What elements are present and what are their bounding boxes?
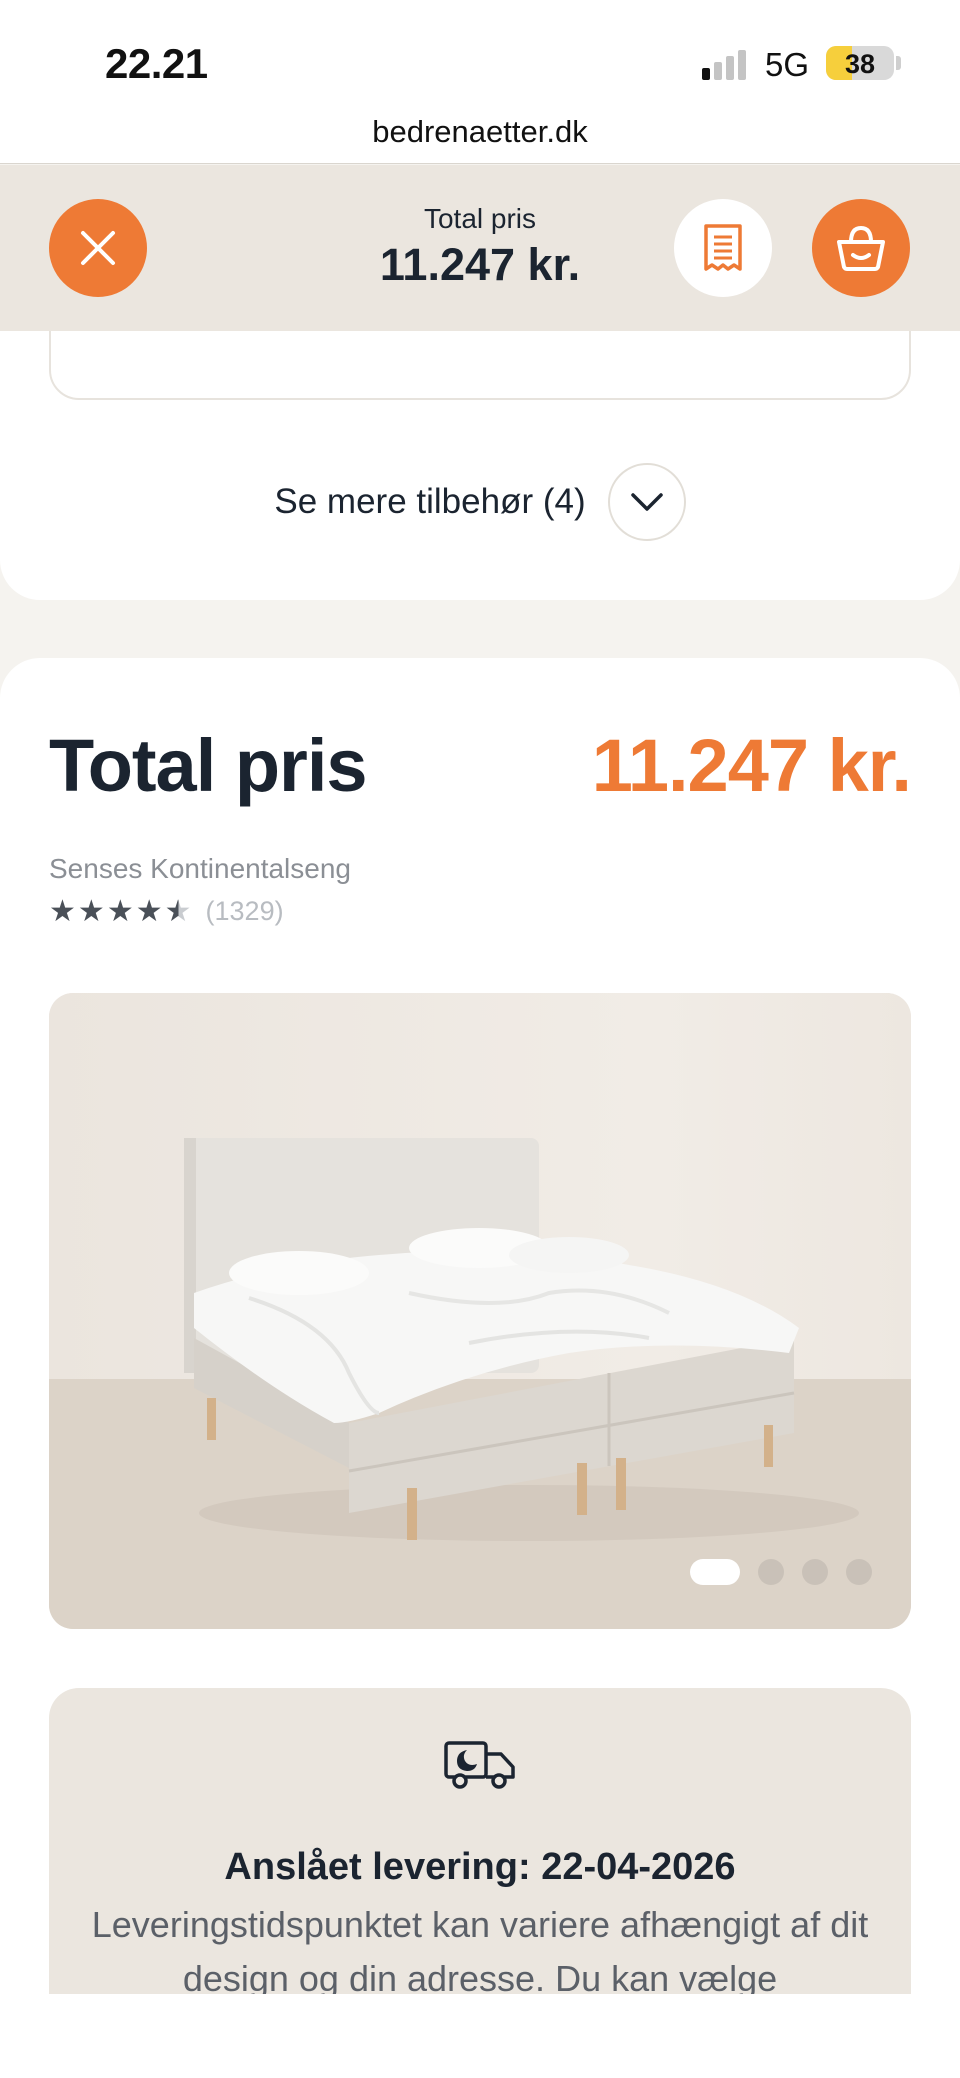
status-time: 22.21 [105, 40, 208, 87]
delivery-description: Leveringstidspunktet kan variere afhængi… [91, 1904, 869, 1999]
product-name[interactable]: Senses Kontinentalseng [49, 853, 351, 885]
receipt-icon [704, 224, 742, 271]
see-more-accessories-label[interactable]: Se mere tilbehør (4) [274, 482, 585, 522]
browser-bottom-area [0, 1994, 960, 2078]
url-bar[interactable]: bedrenaetter.dk [0, 112, 960, 164]
star-icon: ★ [49, 894, 76, 928]
carousel-dot[interactable] [758, 1559, 784, 1585]
header-price-label: Total pris [423, 203, 537, 234]
delivery-truck-icon [444, 1741, 515, 1789]
status-bar: 22.21 5G 38 [0, 0, 960, 112]
battery-cap [896, 56, 901, 70]
header-total-price: Total pris 11.247 kr. [330, 203, 630, 291]
carousel-dot[interactable] [690, 1559, 740, 1585]
signal-icon [702, 50, 748, 80]
see-more-accessories-button[interactable] [607, 463, 686, 541]
total-price-value: 11.247 kr. [591, 724, 912, 807]
bed-product-image [184, 1138, 859, 1541]
sticky-price-header: Total pris 11.247 kr. [0, 165, 960, 331]
total-price-title: Total pris [49, 724, 368, 807]
star-icon: ★ [77, 894, 105, 928]
battery-level: 38 [844, 49, 876, 79]
close-icon [81, 231, 115, 265]
see-more-accessories-row[interactable]: Se mere tilbehør (4) [0, 462, 960, 542]
carousel-indicator[interactable] [690, 1559, 872, 1585]
product-image-carousel[interactable] [49, 993, 911, 1629]
url-text[interactable]: bedrenaetter.dk [372, 114, 587, 149]
close-button[interactable] [49, 199, 147, 297]
review-count[interactable]: (1329) [206, 896, 284, 927]
receipt-button[interactable] [674, 199, 772, 297]
network-type: 5G [765, 46, 810, 83]
basket-icon [837, 225, 885, 271]
rating[interactable]: ★ ★ ★ ★ ★ (1329) [49, 896, 284, 927]
battery-icon: 38 [826, 46, 894, 80]
delivery-estimate-title: Anslået levering: 22-04-2026 [224, 1846, 736, 1888]
star-icon: ★ [106, 894, 134, 928]
product-summary-card: Total pris 11.247 kr. Senses Kontinental… [0, 658, 960, 2078]
basket-button[interactable] [812, 199, 910, 297]
carousel-dot[interactable] [802, 1559, 828, 1585]
carousel-dot[interactable] [846, 1559, 872, 1585]
star-icon: ★ [135, 894, 163, 928]
half-star-icon: ★ [164, 894, 192, 928]
chevron-down-icon [630, 493, 663, 511]
header-price-value: 11.247 kr. [379, 239, 581, 290]
